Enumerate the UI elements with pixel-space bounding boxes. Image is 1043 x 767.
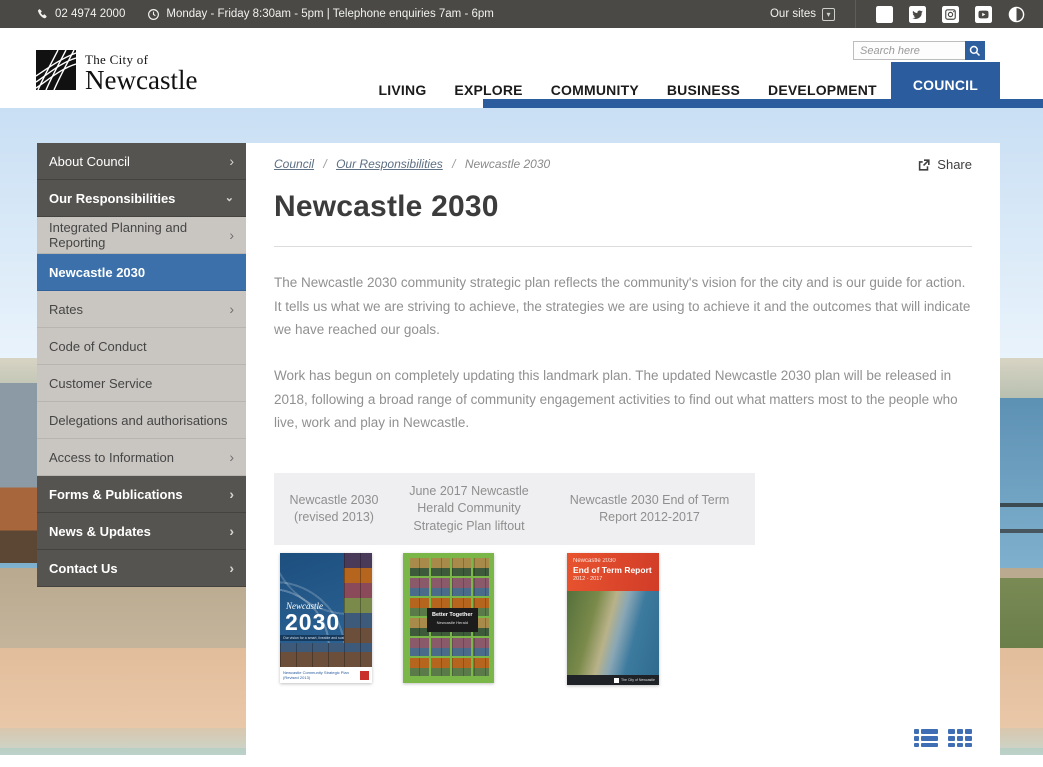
chevron-down-icon: ▾ <box>822 8 835 21</box>
sidebar-item-forms-publications[interactable]: Forms & Publications› <box>37 476 246 513</box>
column-header-1: Newcastle 2030 (revised 2013) <box>274 473 394 546</box>
breadcrumb-council[interactable]: Council <box>274 157 314 171</box>
topbar-left: 02 4974 2000 Monday - Friday 8:30am - 5p… <box>0 8 770 21</box>
cover1-photo-strip <box>344 553 372 643</box>
breadcrumb-our-responsibilities[interactable]: Our Responsibilities <box>336 157 443 171</box>
phone-icon <box>36 8 49 21</box>
social-links <box>876 6 1025 23</box>
paragraph-2: Work has begun on completely updating th… <box>274 364 972 435</box>
phone-number: 02 4974 2000 <box>36 8 125 21</box>
search-input[interactable] <box>853 41 965 60</box>
youtube-icon[interactable] <box>975 6 992 23</box>
breadcrumb: Council / Our Responsibilities / Newcast… <box>274 155 550 171</box>
sidebar-item-newcastle-2030[interactable]: Newcastle 2030 <box>37 254 246 291</box>
chevron-right-icon: › <box>229 524 234 538</box>
list-view-icon[interactable] <box>914 729 938 747</box>
sidebar-item-our-responsibilities[interactable]: Our Responsibilities⌄ <box>37 180 246 217</box>
cover3-title-band: Newcastle 2030 End of Term Report 2012 -… <box>567 553 659 591</box>
cover1-footer: Newcastle Community Strategic Plan(Revis… <box>280 667 372 683</box>
cover1-photo-row <box>280 643 372 667</box>
sidebar-menu: About Council› Our Responsibilities⌄ Int… <box>37 143 246 587</box>
instagram-icon[interactable] <box>942 6 959 23</box>
sidebar-item-customer-service[interactable]: Customer Service <box>37 365 246 402</box>
cover3-footer: The City of Newcastle <box>567 675 659 685</box>
sidebar-item-delegations[interactable]: Delegations and authorisations <box>37 402 246 439</box>
cover1-blue-art: Newcastle 2030 Our vision for a smart, l… <box>280 553 344 643</box>
breadcrumb-current: Newcastle 2030 <box>465 157 550 171</box>
documents-table-header: Newcastle 2030 (revised 2013) June 2017 … <box>274 473 755 546</box>
contrast-toggle-icon[interactable] <box>1008 6 1025 23</box>
chevron-right-icon: › <box>229 228 234 242</box>
sidebar-item-about-council[interactable]: About Council› <box>37 143 246 180</box>
column-header-3: Newcastle 2030 End of Term Report 2012-2… <box>544 473 755 546</box>
nav-living[interactable]: LIVING <box>365 71 441 108</box>
view-toggles <box>274 729 972 747</box>
cover3-aerial-photo <box>567 591 659 675</box>
chevron-right-icon: › <box>229 561 234 575</box>
sidebar-item-integrated-planning[interactable]: Integrated Planning and Reporting› <box>37 217 246 254</box>
chevron-down-icon: ⌄ <box>225 193 234 204</box>
sidebar-item-access-to-information[interactable]: Access to Information› <box>37 439 246 476</box>
cover-newcastle-2030-plan[interactable]: Newcastle 2030 Our vision for a smart, l… <box>280 553 372 683</box>
site-search <box>853 41 985 60</box>
site-header: The City of Newcastle LIVING EXPLORE COM… <box>0 28 1043 108</box>
sidebar-item-news-updates[interactable]: News & Updates› <box>37 513 246 550</box>
chevron-right-icon: › <box>229 154 234 168</box>
content-panel: Council / Our Responsibilities / Newcast… <box>246 143 1000 767</box>
logo-text: The City of Newcastle <box>85 50 197 94</box>
chevron-right-icon: › <box>229 302 234 316</box>
page-title: Newcastle 2030 <box>274 190 972 224</box>
sidebar-item-rates[interactable]: Rates› <box>37 291 246 328</box>
search-button[interactable] <box>965 41 985 60</box>
cover-end-of-term-report[interactable]: Newcastle 2030 End of Term Report 2012 -… <box>567 553 659 685</box>
grid-view-icon[interactable] <box>948 729 972 747</box>
documents-covers-row: Newcastle 2030 Our vision for a smart, l… <box>274 553 755 703</box>
column-header-2: June 2017 Newcastle Herald Community Str… <box>394 473 544 546</box>
sidebar-item-code-of-conduct[interactable]: Code of Conduct <box>37 328 246 365</box>
top-utility-bar: 02 4974 2000 Monday - Friday 8:30am - 5p… <box>0 0 1043 28</box>
site-logo[interactable]: The City of Newcastle <box>36 50 197 94</box>
newcastle-logo-icon <box>36 50 76 90</box>
divider <box>855 0 856 28</box>
cover-herald-liftout[interactable]: Better Together Newcastle Herald <box>403 553 494 683</box>
our-sites-dropdown[interactable]: Our sites ▾ <box>770 8 835 21</box>
body-copy: The Newcastle 2030 community strategic p… <box>274 271 972 435</box>
topbar-right: Our sites ▾ <box>770 0 1043 28</box>
opening-hours: Monday - Friday 8:30am - 5pm | Telephone… <box>147 8 494 21</box>
nav-underline <box>483 99 1043 108</box>
twitter-icon[interactable] <box>909 6 926 23</box>
chevron-right-icon: › <box>229 450 234 464</box>
divider <box>274 246 972 247</box>
sidebar-item-contact-us[interactable]: Contact Us› <box>37 550 246 587</box>
share-icon <box>917 158 931 172</box>
cover3-logo <box>614 678 619 683</box>
search-icon <box>969 45 981 57</box>
chevron-right-icon: › <box>229 487 234 501</box>
clock-icon <box>147 8 160 21</box>
share-button[interactable]: Share <box>917 155 972 172</box>
cover2-badge: Better Together Newcastle Herald <box>427 608 478 632</box>
cover1-logo <box>360 671 369 680</box>
documents-table: Newcastle 2030 (revised 2013) June 2017 … <box>274 473 755 704</box>
facebook-icon[interactable] <box>876 6 893 23</box>
paragraph-1: The Newcastle 2030 community strategic p… <box>274 271 972 342</box>
